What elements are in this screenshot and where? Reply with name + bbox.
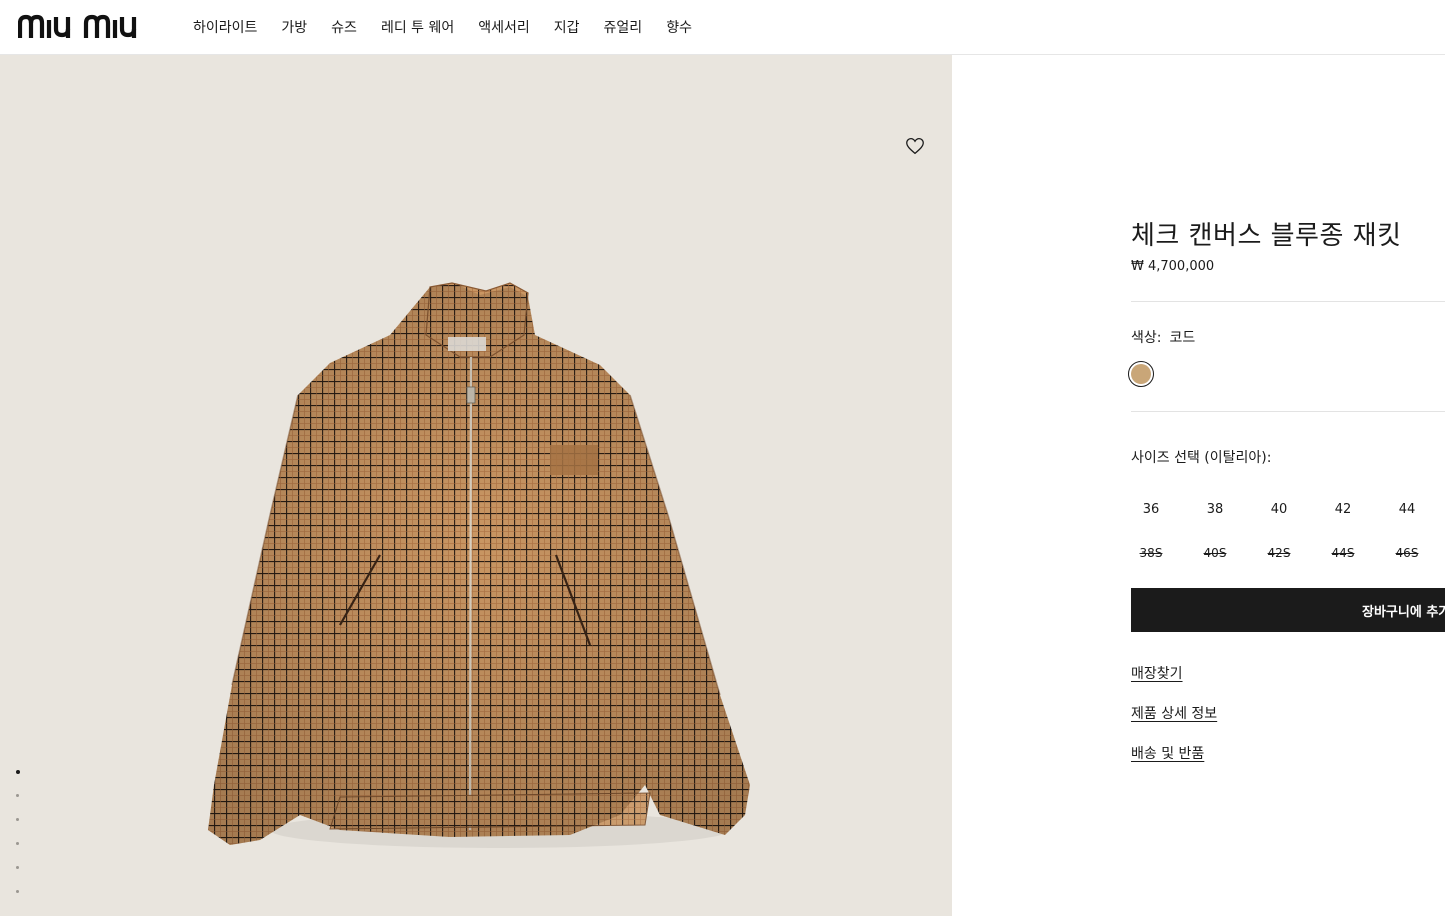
gallery-dot[interactable] <box>14 840 22 848</box>
product-details-panel: 체크 캔버스 블루종 재킷 ₩ 4,700,000 색상: 코드 사이즈 선택 … <box>1128 55 1445 916</box>
product-price: ₩ 4,700,000 <box>1131 259 1215 274</box>
gallery-dot[interactable] <box>14 816 22 824</box>
nav-item-fragrance[interactable]: 향수 <box>666 17 692 37</box>
size-option[interactable]: 44 <box>1375 502 1439 517</box>
brand-logo[interactable] <box>18 12 166 40</box>
nav-item-jewelry[interactable]: 쥬얼리 <box>604 17 643 37</box>
size-selector: 36 38 40 42 44 38S 40S 42S 44S 46S <box>1131 487 1445 575</box>
divider <box>1131 411 1445 412</box>
store-finder-link[interactable]: 매장찾기 <box>1131 663 1183 683</box>
nav-item-highlights[interactable]: 하이라이트 <box>193 17 257 37</box>
size-option[interactable]: 36 <box>1119 502 1183 517</box>
gallery-dot[interactable] <box>14 792 22 800</box>
gallery-dot[interactable] <box>14 864 22 872</box>
nav-item-wallets[interactable]: 지갑 <box>554 17 580 37</box>
color-info: 색상: 코드 <box>1131 327 1195 347</box>
size-row-unavailable: 38S 40S 42S 44S 46S <box>1131 531 1445 575</box>
size-option[interactable]: 38 <box>1183 502 1247 517</box>
size-option[interactable]: 40 <box>1247 502 1311 517</box>
add-to-cart-button[interactable]: 장바구니에 추가 <box>1131 588 1445 632</box>
nav-item-bags[interactable]: 가방 <box>281 17 307 37</box>
color-value: 코드 <box>1169 330 1196 346</box>
size-row-available: 36 38 40 42 44 <box>1131 487 1445 531</box>
color-swatch[interactable] <box>1128 361 1154 387</box>
nav-item-shoes[interactable]: 슈즈 <box>331 17 357 37</box>
swatch-fill <box>1131 364 1151 384</box>
size-option-unavailable: 38S <box>1139 546 1163 560</box>
divider <box>1131 301 1445 302</box>
product-image <box>190 225 790 869</box>
size-label: 사이즈 선택 (이탈리아): <box>1131 450 1272 466</box>
product-gallery[interactable] <box>0 55 952 916</box>
size-option-unavailable: 40S <box>1203 546 1227 560</box>
nav-item-accessories[interactable]: 액세서리 <box>478 17 530 37</box>
shipping-returns-link[interactable]: 배송 및 반품 <box>1131 743 1204 763</box>
site-header: 하이라이트 가방 슈즈 레디 투 웨어 액세서리 지갑 쥬얼리 향수 <box>0 0 1445 55</box>
gallery-pagination <box>14 768 22 912</box>
size-option-unavailable: 42S <box>1267 546 1291 560</box>
product-title: 체크 캔버스 블루종 재킷 <box>1131 221 1402 251</box>
size-option[interactable]: 42 <box>1311 502 1375 517</box>
miu-miu-logo <box>18 14 137 38</box>
size-option-unavailable: 44S <box>1331 546 1355 560</box>
main-nav: 하이라이트 가방 슈즈 레디 투 웨어 액세서리 지갑 쥬얼리 향수 <box>193 0 716 54</box>
gallery-dot[interactable] <box>14 888 22 896</box>
product-details-link[interactable]: 제품 상세 정보 <box>1131 703 1217 723</box>
heart-outline-icon[interactable] <box>904 135 926 157</box>
color-label: 색상: <box>1131 330 1162 346</box>
size-option-unavailable: 46S <box>1395 546 1419 560</box>
gallery-dot[interactable] <box>14 768 22 776</box>
nav-item-ready-to-wear[interactable]: 레디 투 웨어 <box>381 17 454 37</box>
